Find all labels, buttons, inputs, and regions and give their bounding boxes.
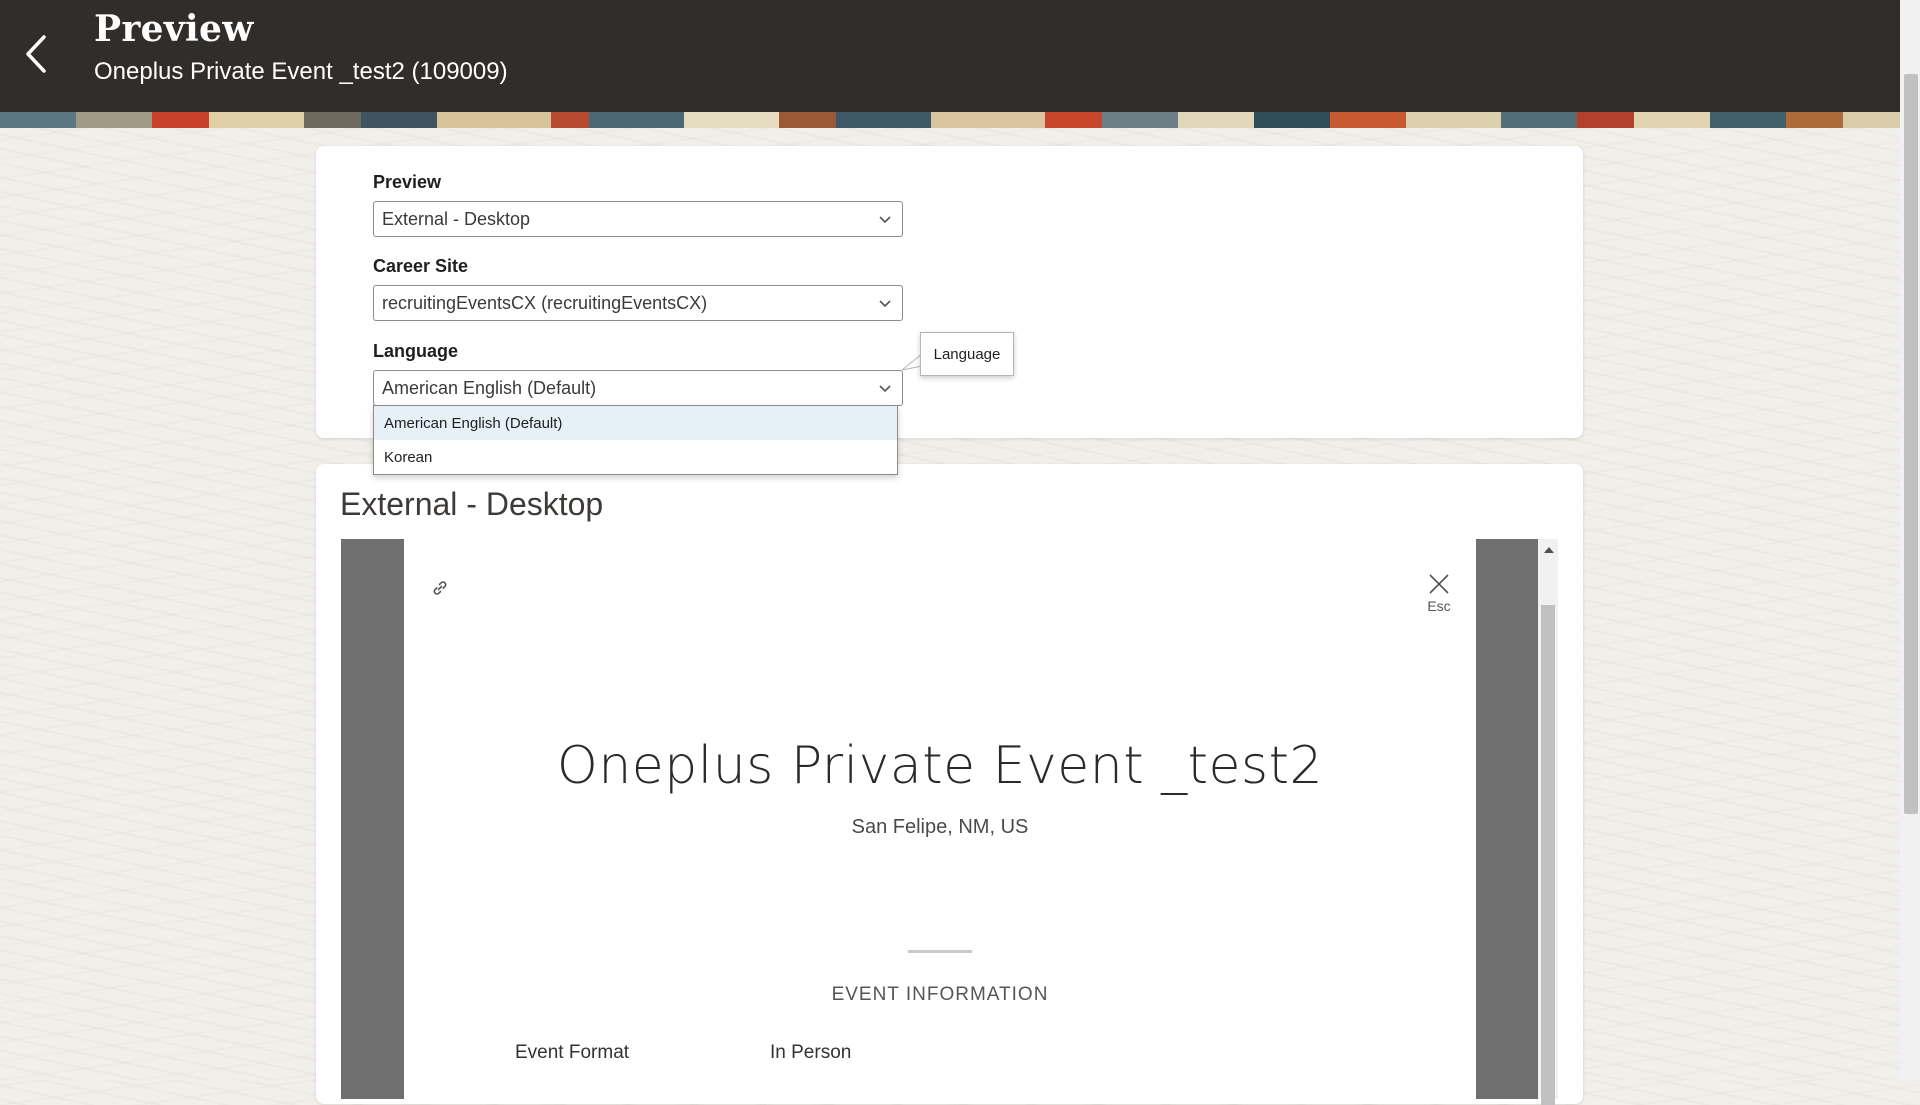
event-information-heading: EVENT INFORMATION bbox=[831, 984, 1049, 1005]
preview-select[interactable]: External - Desktop bbox=[373, 201, 903, 237]
page-scrollbar-thumb[interactable] bbox=[1904, 74, 1918, 814]
career-site-label: Career Site bbox=[373, 256, 469, 276]
preview-scrollbar-thumb[interactable] bbox=[1541, 605, 1555, 1105]
event-title: Oneplus Private Event _test2 bbox=[556, 736, 1324, 796]
scroll-up-arrow-icon[interactable] bbox=[1544, 547, 1554, 553]
esc-hint: Esc bbox=[1427, 598, 1451, 614]
event-format-label: Event Format bbox=[515, 1042, 630, 1063]
event-location: San Felipe, NM, US bbox=[851, 816, 1029, 838]
career-site-select[interactable]: recruitingEventsCX (recruitingEventsCX) bbox=[373, 285, 903, 321]
career-site-select-value: recruitingEventsCX (recruitingEventsCX) bbox=[382, 292, 708, 313]
preview-select-value: External - Desktop bbox=[382, 208, 531, 229]
chevron-down-icon bbox=[879, 300, 891, 308]
page-scrollbar[interactable] bbox=[1900, 0, 1920, 1080]
language-select-value: American English (Default) bbox=[382, 377, 597, 398]
language-option-korean[interactable]: Korean bbox=[374, 440, 897, 474]
back-button[interactable] bbox=[16, 30, 56, 78]
preview-label: Preview bbox=[373, 172, 442, 192]
page-header: Preview Oneplus Private Event _test2 (10… bbox=[0, 0, 1900, 112]
chevron-down-icon bbox=[879, 385, 891, 393]
back-arrow-icon bbox=[26, 35, 46, 73]
language-tooltip: Language bbox=[920, 332, 1014, 376]
page-title: Preview bbox=[94, 8, 254, 50]
preview-section-title: External - Desktop bbox=[340, 486, 604, 522]
close-icon bbox=[1429, 574, 1449, 594]
tooltip-pointer bbox=[902, 353, 922, 371]
chevron-down-icon bbox=[879, 216, 891, 224]
link-icon[interactable] bbox=[430, 578, 450, 598]
preview-frame-scrollbar[interactable] bbox=[1538, 539, 1558, 1105]
language-select[interactable]: American English (Default) bbox=[373, 370, 903, 406]
section-divider bbox=[908, 950, 972, 953]
language-label: Language bbox=[373, 341, 459, 361]
decorative-banner bbox=[0, 112, 1900, 128]
page-subtitle: Oneplus Private Event _test2 (109009) bbox=[94, 58, 508, 85]
language-option-american-english[interactable]: American English (Default) bbox=[374, 406, 897, 440]
language-dropdown-list: American English (Default) Korean bbox=[373, 405, 898, 475]
close-preview-button[interactable]: Esc bbox=[1424, 572, 1454, 618]
event-format-value: In Person bbox=[770, 1042, 852, 1063]
